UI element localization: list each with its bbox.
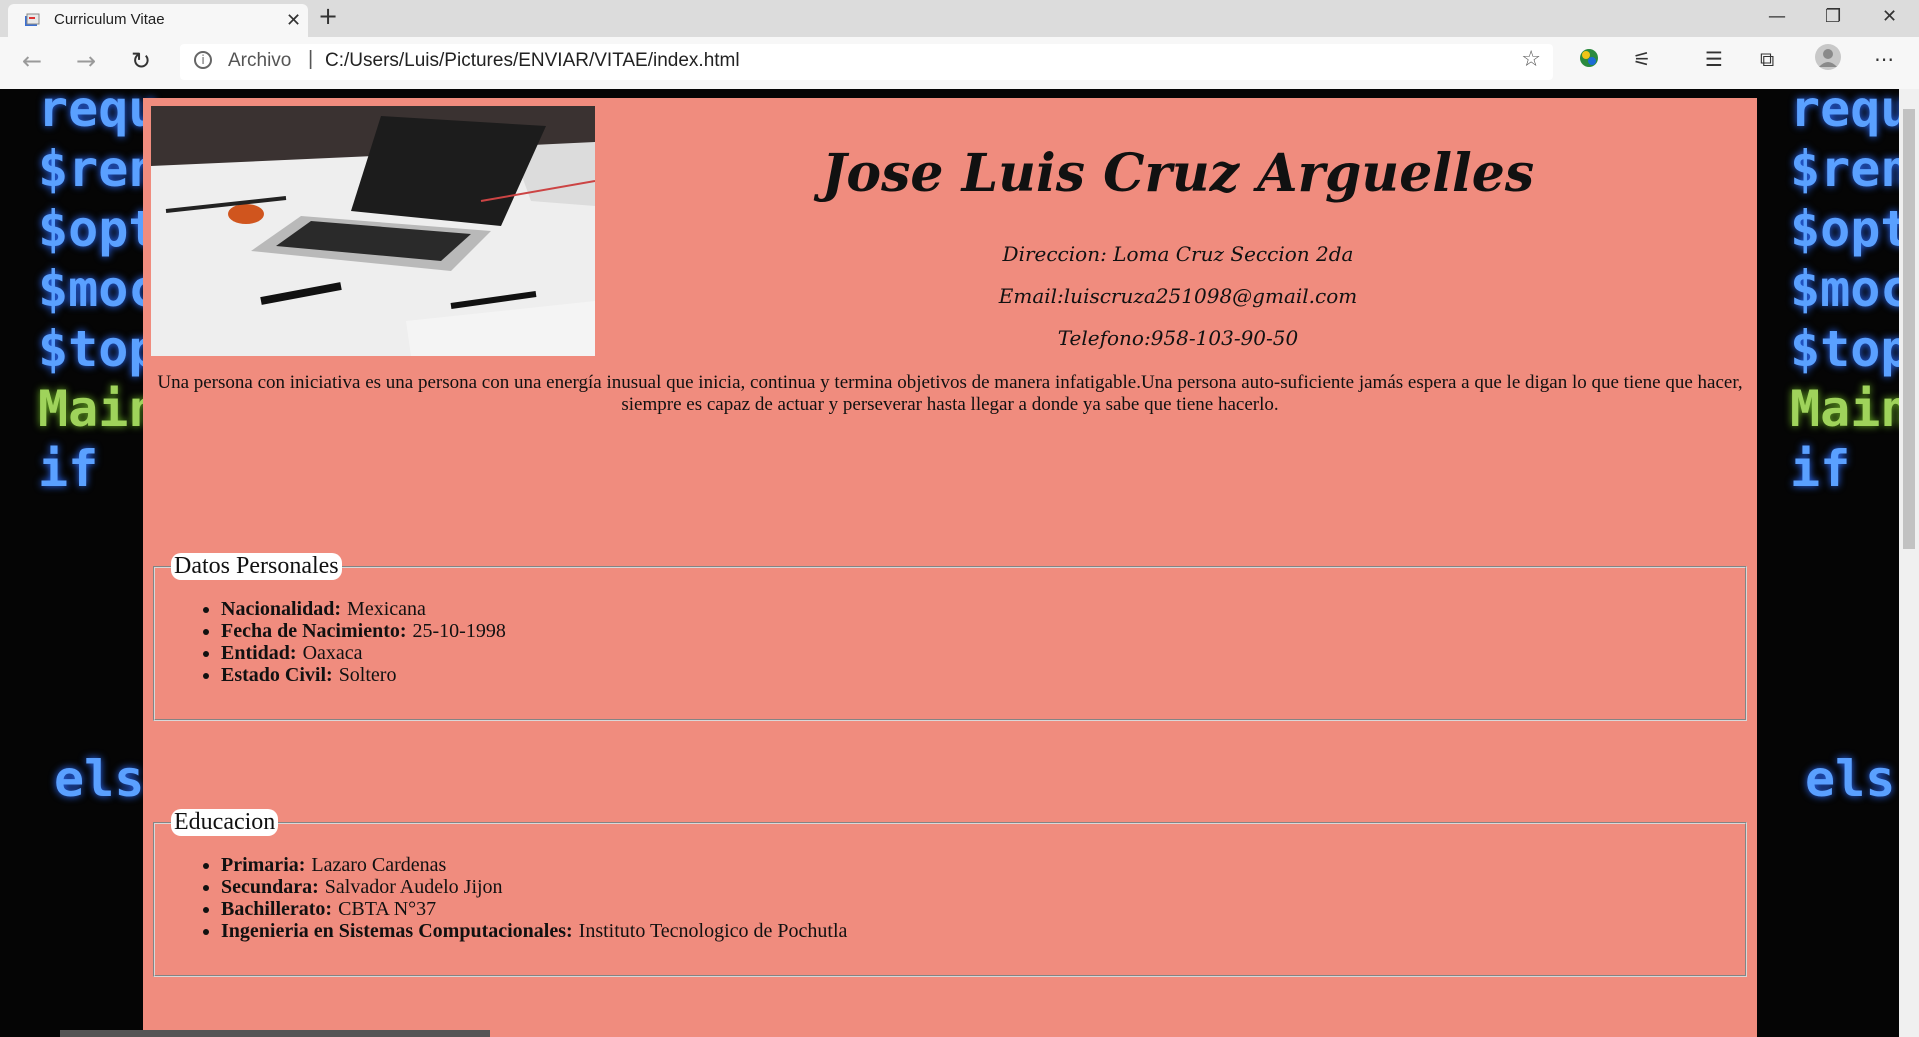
item-label: Bachillerato:	[221, 898, 333, 920]
code-line: Main	[1790, 380, 1899, 438]
item-label: Estado Civil:	[221, 664, 333, 686]
item-value: 25-10-1998	[412, 620, 506, 642]
list-item: Secundara:Salvador Audelo Jijon	[221, 876, 1745, 898]
education-title: Educacion	[171, 809, 279, 836]
education-section: Educacion Primaria:Lazaro Cardenas Secun…	[153, 809, 1747, 977]
list-item: Entidad:Oaxaca	[221, 642, 1745, 664]
item-value: Lazaro Cardenas	[311, 854, 447, 876]
code-line: Main	[38, 380, 159, 438]
address-url[interactable]: C:/Users/Luis/Pictures/ENVIAR/VITAE/inde…	[325, 50, 740, 72]
code-line: $opt	[1790, 200, 1899, 258]
favorites-list-icon[interactable]: ☰	[1705, 47, 1723, 71]
code-line: if	[1790, 440, 1851, 498]
item-label: Fecha de Nacimiento:	[221, 620, 407, 642]
list-item: Ingenieria en Sistemas Computacionales:I…	[221, 920, 1745, 942]
item-label: Ingenieria en Sistemas Computacionales:	[221, 920, 573, 942]
close-tab-icon[interactable]: ✕	[286, 10, 301, 31]
item-label: Entidad:	[221, 642, 297, 664]
list-item: Bachillerato:CBTA N°37	[221, 898, 1745, 920]
education-list: Primaria:Lazaro Cardenas Secundara:Salva…	[155, 854, 1745, 942]
code-line: if	[38, 440, 99, 498]
background-code-left-bottom: els	[54, 749, 144, 809]
back-icon[interactable]: ←	[22, 47, 42, 75]
page-favicon-icon	[25, 13, 40, 26]
cv-phone: Telefono:958-103-90-50	[1057, 326, 1299, 350]
list-item: Primaria:Lazaro Cardenas	[221, 854, 1745, 876]
extension-icon[interactable]	[1578, 47, 1600, 74]
profile-avatar-icon[interactable]	[1814, 43, 1842, 76]
item-value: Salvador Audelo Jijon	[324, 876, 503, 898]
item-value: Instituto Tecnologico de Pochutla	[578, 920, 848, 942]
code-line: $moc	[38, 260, 159, 318]
code-line: $ren	[38, 140, 159, 198]
page-viewport: requ $ren $opt $moc $top Main if els req…	[0, 89, 1899, 1037]
item-value: CBTA N°37	[338, 898, 437, 920]
cv-name: Jose Luis Cruz Arguelles	[821, 143, 1535, 204]
cv-intro: Una persona con iniciativa es una person…	[157, 372, 1743, 415]
item-label: Secundara:	[221, 876, 319, 898]
reading-settings-icon[interactable]: ⚟	[1633, 47, 1651, 71]
item-value: Mexicana	[347, 598, 426, 620]
item-label: Nacionalidad:	[221, 598, 342, 620]
cv-container: Jose Luis Cruz Arguelles Direccion: Loma…	[143, 98, 1757, 1037]
favorite-star-icon[interactable]: ☆	[1521, 47, 1541, 72]
code-line: els	[1805, 750, 1896, 808]
address-bar[interactable]: i Archivo | C:/Users/Luis/Pictures/ENVIA…	[180, 44, 1553, 80]
reload-icon[interactable]: ↻	[131, 47, 151, 75]
background-code-right-bottom: els	[1805, 749, 1895, 809]
new-tab-icon[interactable]: +	[318, 2, 338, 30]
laptop-photo	[151, 106, 595, 356]
vertical-scrollbar[interactable]	[1899, 89, 1919, 1037]
address-scheme: Archivo	[228, 50, 292, 71]
minimize-icon[interactable]: —	[1768, 6, 1786, 27]
code-line: $top	[1790, 320, 1899, 378]
forward-icon[interactable]: →	[76, 47, 96, 75]
background-code-left: requ $ren $opt $moc $top Main if	[38, 89, 158, 499]
list-item: Estado Civil:Soltero	[221, 664, 1745, 686]
item-value: Oaxaca	[302, 642, 363, 664]
tab-curriculum-vitae[interactable]: Curriculum Vitae ✕	[8, 4, 308, 37]
address-separator: |	[308, 48, 314, 70]
item-value: Soltero	[338, 664, 397, 686]
list-item: Fecha de Nacimiento:25-10-1998	[221, 620, 1745, 642]
tab-title: Curriculum Vitae	[54, 11, 165, 28]
list-item: Nacionalidad:Mexicana	[221, 598, 1745, 620]
toolbar: ← → ↻ i Archivo | C:/Users/Luis/Pictures…	[0, 37, 1919, 90]
collections-icon[interactable]: ⧉	[1760, 47, 1774, 71]
cv-address: Direccion: Loma Cruz Seccion 2da	[1002, 242, 1354, 266]
horizontal-scrollbar-thumb[interactable]	[60, 1030, 490, 1037]
code-line: els	[54, 750, 145, 808]
tab-bar: Curriculum Vitae ✕ + — ❐ ✕	[0, 0, 1919, 37]
item-label: Primaria:	[221, 854, 306, 876]
personal-data-list: Nacionalidad:Mexicana Fecha de Nacimient…	[155, 598, 1745, 686]
code-line: $ren	[1790, 140, 1899, 198]
code-line: $moc	[1790, 260, 1899, 318]
code-line: $opt	[38, 200, 159, 258]
info-icon[interactable]: i	[194, 51, 212, 69]
personal-data-title: Datos Personales	[171, 553, 342, 580]
close-window-icon[interactable]: ✕	[1882, 6, 1897, 27]
personal-data-section: Datos Personales Nacionalidad:Mexicana F…	[153, 553, 1747, 721]
code-line: requ	[1790, 89, 1899, 138]
code-line: $top	[38, 320, 159, 378]
background-code-right: requ $ren $opt $moc $top Main if	[1790, 89, 1899, 499]
cv-email: Email:luiscruza251098@gmail.com	[998, 284, 1358, 308]
more-options-icon[interactable]: ⋯	[1874, 47, 1894, 71]
scrollbar-thumb[interactable]	[1903, 109, 1915, 549]
code-line: requ	[38, 89, 159, 138]
restore-icon[interactable]: ❐	[1825, 6, 1841, 27]
